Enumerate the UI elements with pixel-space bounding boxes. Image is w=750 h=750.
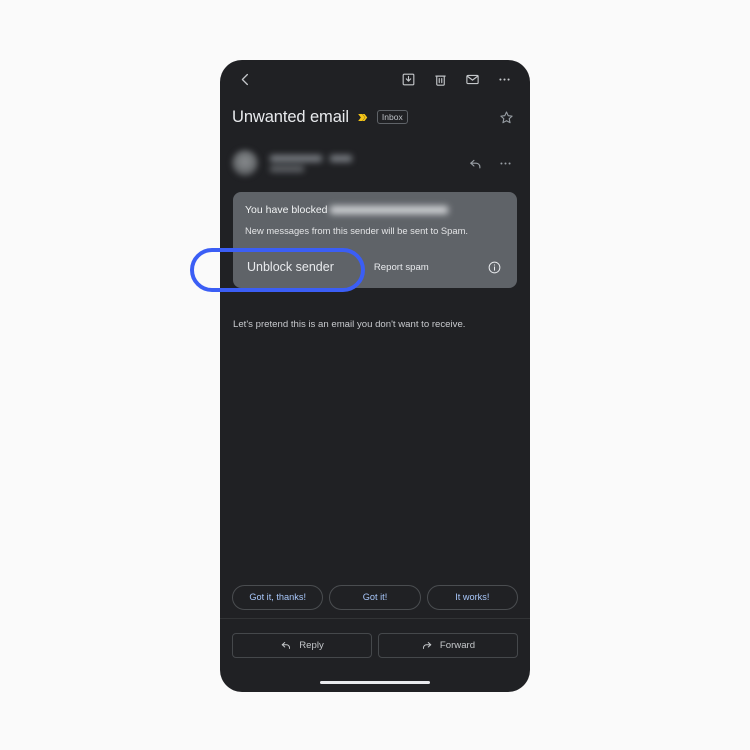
delete-icon	[434, 75, 446, 86]
overflow-menu-icon	[499, 162, 511, 164]
important-marker-icon[interactable]	[356, 111, 369, 124]
smart-reply-chip[interactable]: Got it, thanks!	[232, 584, 324, 610]
avatar	[232, 150, 258, 176]
page-title: Unwanted email	[232, 107, 349, 126]
info-button[interactable]	[483, 256, 505, 278]
forward-label: Forward	[439, 639, 476, 651]
back-chevron-icon	[241, 73, 248, 85]
mark-unread-icon	[465, 74, 479, 84]
divider	[220, 618, 530, 619]
message-overflow-button[interactable]	[492, 150, 518, 176]
blocked-title-text: You have blocked	[245, 204, 328, 216]
screenshot-stage: Unwanted email Inbox You have blocked Ne…	[0, 0, 750, 750]
reply-button[interactable]	[462, 150, 488, 176]
home-indicator	[320, 680, 430, 684]
double-chevron-right-icon	[358, 113, 368, 121]
blocked-title: You have blocked	[245, 204, 505, 216]
top-toolbar	[220, 60, 530, 98]
info-icon	[488, 261, 500, 273]
label-chip-inbox[interactable]: Inbox	[376, 110, 408, 124]
star-button[interactable]	[494, 105, 518, 129]
email-body: Let's pretend this is an email you don't…	[233, 319, 466, 330]
message-actions	[462, 150, 518, 176]
forward-button[interactable]: Forward	[378, 632, 518, 658]
smart-reply-bar: Got it, thanks! Got it! It works!	[220, 578, 530, 616]
report-spam-button[interactable]: Report spam	[374, 262, 429, 273]
archive-icon	[402, 73, 414, 85]
forward-arrow-icon	[422, 642, 432, 649]
reply-arrow-icon	[469, 159, 480, 168]
mark-unread-button[interactable]	[458, 65, 486, 93]
subject-row: Unwanted email Inbox	[220, 100, 530, 134]
blocked-address-redacted	[329, 206, 448, 214]
sender-details-redacted	[270, 154, 352, 172]
blocked-subtitle: New messages from this sender will be se…	[245, 225, 469, 236]
blocked-sender-card: You have blocked New messages from this …	[233, 192, 517, 288]
star-icon	[499, 110, 513, 123]
reply-forward-bar: Reply Forward	[220, 625, 530, 665]
reply-button-bottom[interactable]: Reply	[232, 632, 372, 658]
phone-frame: Unwanted email Inbox You have blocked Ne…	[220, 60, 530, 692]
timestamp-redacted	[330, 154, 352, 162]
overflow-menu-icon	[498, 77, 510, 81]
sender-name-line	[270, 154, 352, 162]
reply-label: Reply	[299, 639, 324, 651]
smart-reply-chip[interactable]: Got it!	[329, 584, 421, 610]
recipient-redacted	[270, 165, 304, 172]
overflow-menu-button[interactable]	[490, 65, 518, 93]
delete-button[interactable]	[426, 65, 454, 93]
unblock-sender-button[interactable]: Unblock sender	[245, 256, 336, 278]
sender-row[interactable]	[220, 142, 530, 184]
sender-name-redacted	[270, 154, 322, 162]
back-button[interactable]	[232, 66, 258, 92]
reply-arrow-icon	[282, 642, 291, 649]
archive-button[interactable]	[394, 65, 422, 93]
blocked-card-actions: Unblock sender Report spam	[245, 246, 505, 288]
smart-reply-chip[interactable]: It works!	[426, 584, 518, 610]
